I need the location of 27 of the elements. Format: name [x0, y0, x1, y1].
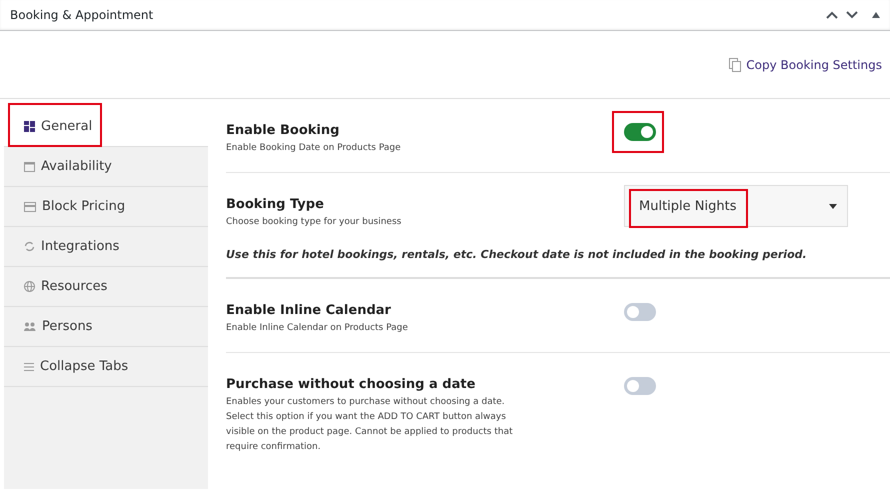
calendar-icon: [24, 161, 35, 172]
people-icon: [24, 322, 36, 331]
copy-settings-link[interactable]: Copy Booking Settings: [729, 58, 882, 72]
toggle-switch[interactable]: [624, 123, 656, 141]
list-icon: [24, 362, 34, 372]
setting-description: Enables your customers to purchase without choosing a date. Select this option if you want the ADD TO CART button always visible on the product page. Cannot be applied to products that require confirmation.: [226, 396, 514, 454]
setting-description: Choose booking type for your business: [226, 216, 402, 229]
setting-note: Use this for hotel bookings, rentals, etc. Checkout date is not included in the booking period.: [226, 248, 808, 261]
setting-description: Enable Inline Calendar on Products Page: [226, 322, 409, 335]
toggle-switch[interactable]: [624, 303, 656, 321]
dropdown-caret-icon: [829, 204, 837, 208]
setting-description: Enable Booking Date on Products Page: [226, 142, 402, 155]
chevron-up-icon[interactable]: [826, 11, 838, 19]
dashboard-icon: [24, 121, 35, 132]
toggle-switch[interactable]: [624, 377, 656, 395]
setting-title: Enable Booking: [226, 123, 340, 138]
booking-type-select[interactable]: Multiple Nights: [624, 185, 848, 227]
card-icon: [24, 202, 36, 212]
setting-title: Purchase without choosing a date: [226, 377, 476, 392]
setting-title: Booking Type: [226, 197, 325, 212]
chevron-down-icon[interactable]: [846, 11, 858, 19]
sync-icon: [24, 241, 35, 252]
panel-title: Booking & Appointment: [10, 8, 154, 22]
collapse-triangle-icon[interactable]: [872, 12, 880, 18]
globe-icon: [24, 281, 35, 292]
setting-title: Enable Inline Calendar: [226, 303, 392, 318]
copy-icon: [729, 58, 742, 72]
